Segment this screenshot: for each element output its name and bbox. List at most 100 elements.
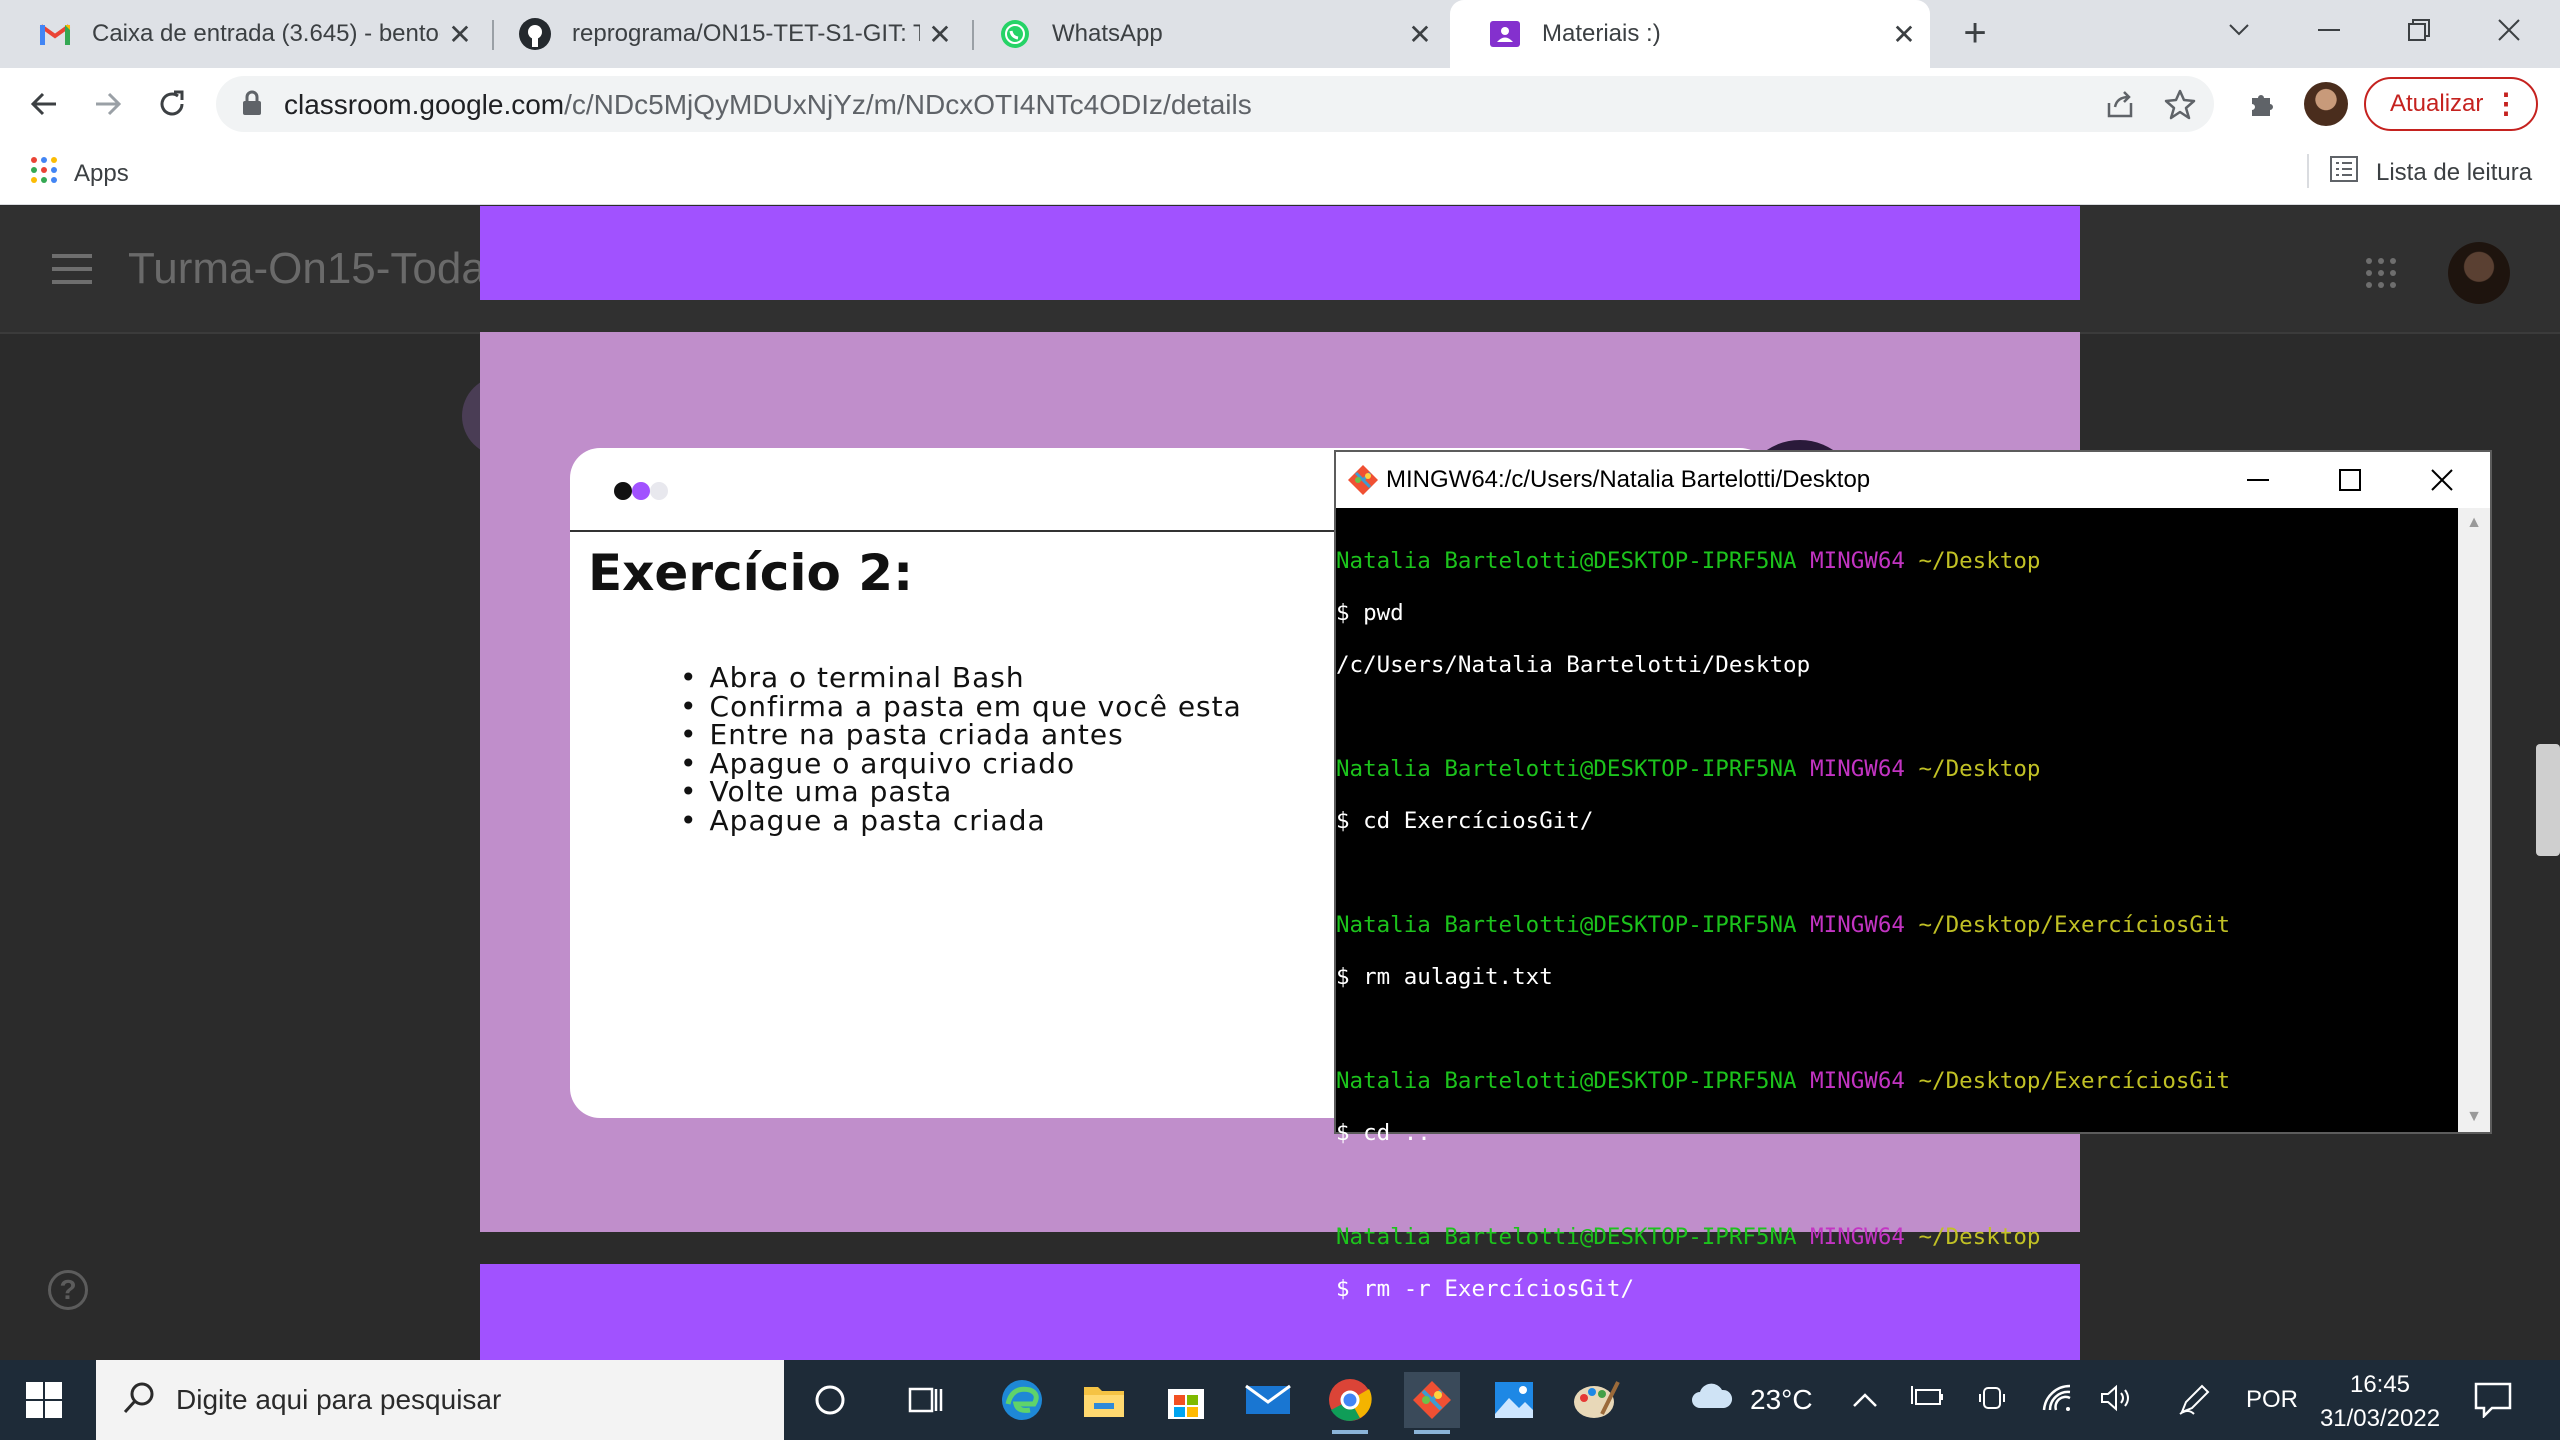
- list-item: Apague o arquivo criado: [680, 749, 1242, 779]
- profile-avatar[interactable]: [2304, 82, 2348, 126]
- github-icon: [518, 17, 552, 51]
- prompt-path: ~/Desktop/ExercíciosGit: [1918, 1068, 2231, 1094]
- terminal-titlebar[interactable]: MINGW64:/c/Users/Natalia Bartelotti/Desk…: [1336, 452, 2490, 508]
- clock-time: 16:45: [2349, 1371, 2411, 1398]
- prompt-line: Natalia Bartelotti@DESKTOP-IPRF5NA MINGW…: [1336, 912, 2458, 938]
- browser-toolbar: classroom.google.com/c/NDc5MjQyMDUxNjYz/…: [0, 68, 2560, 140]
- reading-list-button[interactable]: Lista de leitura: [2330, 156, 2532, 189]
- forward-button[interactable]: [84, 80, 132, 128]
- class-title[interactable]: Turma-On15-Toda: [128, 244, 486, 294]
- browser-tab-bar: Caixa de entrada (3.645) - bentoc ✕ repr…: [0, 0, 2560, 68]
- prompt-path: ~/Desktop: [1918, 1224, 2041, 1250]
- volume-icon[interactable]: [2100, 1384, 2134, 1419]
- window-dot: [632, 482, 650, 500]
- gmail-icon: [38, 17, 72, 51]
- terminal-window[interactable]: MINGW64:/c/Users/Natalia Bartelotti/Desk…: [1334, 450, 2492, 1440]
- taskbar-search[interactable]: Digite aqui para pesquisar: [96, 1360, 784, 1440]
- bookmarks-divider: [2307, 154, 2309, 188]
- device-icon[interactable]: [1978, 1384, 2006, 1419]
- terminal-minimize-button[interactable]: [2212, 452, 2304, 508]
- share-icon[interactable]: [2102, 86, 2138, 122]
- input-language[interactable]: POR: [2246, 1386, 2298, 1414]
- profile-avatar[interactable]: [2448, 242, 2510, 304]
- pen-icon[interactable]: [2178, 1384, 2210, 1423]
- terminal-output[interactable]: Natalia Bartelotti@DESKTOP-IPRF5NA MINGW…: [1336, 508, 2458, 1440]
- restore-button[interactable]: [2374, 0, 2464, 60]
- command-line: $ rm aulagit.txt: [1336, 964, 1553, 990]
- windows-start-icon[interactable]: [26, 1382, 62, 1418]
- close-icon[interactable]: ✕: [1400, 14, 1440, 54]
- update-label: Atualizar: [2390, 90, 2484, 117]
- cortana-icon[interactable]: [802, 1372, 858, 1428]
- git-bash-icon[interactable]: [1404, 1372, 1460, 1434]
- close-icon[interactable]: ✕: [440, 14, 480, 54]
- extensions-button[interactable]: [2238, 80, 2286, 128]
- list-item: Apague a pasta criada: [680, 806, 1242, 836]
- weather-cloud-icon[interactable]: [1690, 1380, 1734, 1419]
- chevron-up-icon[interactable]: [1852, 1384, 1878, 1415]
- prompt-line: Natalia Bartelotti@DESKTOP-IPRF5NA MINGW…: [1336, 1224, 2458, 1250]
- prompt-path: ~/Desktop/ExercíciosGit: [1918, 912, 2231, 938]
- tab-whatsapp[interactable]: WhatsApp ✕: [960, 0, 1446, 68]
- battery-icon[interactable]: [1910, 1384, 1944, 1415]
- wifi-icon[interactable]: [2042, 1384, 2074, 1419]
- prompt-line: Natalia Bartelotti@DESKTOP-IPRF5NA MINGW…: [1336, 548, 2458, 574]
- output-line: /c/Users/Natalia Bartelotti/Desktop: [1336, 652, 1811, 678]
- menu-icon[interactable]: [52, 254, 92, 284]
- help-icon[interactable]: ?: [48, 1270, 88, 1310]
- clock-date: 31/03/2022: [2319, 1405, 2441, 1432]
- edge-icon[interactable]: [994, 1372, 1050, 1428]
- prompt-user: Natalia Bartelotti@DESKTOP-IPRF5NA: [1336, 756, 1797, 782]
- prompt-env: MINGW64: [1810, 1068, 1905, 1094]
- close-icon[interactable]: ✕: [1884, 14, 1924, 54]
- url-path: /c/NDc5MjQyMDUxNjYz/m/NDcxOTI4NTc4ODIz/d…: [564, 89, 1252, 120]
- weather-temperature[interactable]: 23°C: [1750, 1384, 1813, 1416]
- puzzle-icon: [2252, 95, 2273, 116]
- close-icon[interactable]: ✕: [920, 14, 960, 54]
- reading-list-icon: [2330, 156, 2358, 189]
- scroll-down-icon[interactable]: ▼: [2458, 1102, 2490, 1132]
- apps-grid-icon[interactable]: [2366, 258, 2396, 288]
- url-text: classroom.google.com/c/NDc5MjQyMDUxNjYz/…: [284, 89, 1252, 121]
- tab-github[interactable]: reprograma/ON15-TET-S1-GIT: T ✕: [480, 0, 966, 68]
- list-item: Abra o terminal Bash: [680, 663, 1242, 693]
- paint-icon[interactable]: [1568, 1372, 1624, 1428]
- terminal-maximize-button[interactable]: [2304, 452, 2396, 508]
- terminal-close-button[interactable]: [2396, 452, 2488, 508]
- apps-bookmark[interactable]: Apps: [30, 156, 129, 191]
- whatsapp-icon: [998, 17, 1032, 51]
- tab-gmail[interactable]: Caixa de entrada (3.645) - bentoc ✕: [0, 0, 486, 68]
- mail-icon[interactable]: [1240, 1372, 1296, 1428]
- star-icon[interactable]: [2162, 86, 2198, 122]
- task-view-icon[interactable]: [898, 1372, 954, 1428]
- restore-icon: [2408, 19, 2430, 41]
- back-button[interactable]: [20, 80, 68, 128]
- tab-search-button[interactable]: [2194, 0, 2284, 60]
- apps-label: Apps: [74, 159, 129, 187]
- file-explorer-icon[interactable]: [1076, 1372, 1132, 1428]
- reload-button[interactable]: [148, 80, 196, 128]
- prompt-user: Natalia Bartelotti@DESKTOP-IPRF5NA: [1336, 1224, 1797, 1250]
- tab-materiais[interactable]: Materiais :) ✕: [1450, 0, 1930, 68]
- address-bar[interactable]: classroom.google.com/c/NDc5MjQyMDUxNjYz/…: [216, 76, 2214, 132]
- taskbar-clock[interactable]: 16:45 31/03/2022: [2310, 1368, 2450, 1436]
- prompt-env: MINGW64: [1810, 1224, 1905, 1250]
- photos-icon[interactable]: [1486, 1372, 1542, 1428]
- chrome-icon[interactable]: [1322, 1372, 1378, 1434]
- new-tab-button[interactable]: +: [1955, 13, 1995, 54]
- update-button[interactable]: Atualizar ⋮: [2364, 77, 2538, 131]
- command-line: $ cd ExercíciosGit/: [1336, 808, 1594, 834]
- minimize-icon: [2318, 29, 2340, 31]
- maximize-icon: [2339, 469, 2361, 491]
- notification-icon[interactable]: [2474, 1382, 2512, 1425]
- minimize-button[interactable]: [2284, 0, 2374, 60]
- scroll-up-icon[interactable]: ▲: [2458, 508, 2490, 538]
- list-item: Entre na pasta criada antes: [680, 720, 1242, 750]
- page-scrollbar[interactable]: [2536, 744, 2560, 856]
- terminal-scrollbar[interactable]: ▲ ▼: [2458, 508, 2490, 1132]
- reading-list-label: Lista de leitura: [2376, 158, 2533, 186]
- search-placeholder: Digite aqui para pesquisar: [176, 1384, 502, 1415]
- close-window-button[interactable]: [2464, 0, 2554, 60]
- store-icon[interactable]: [1158, 1372, 1214, 1428]
